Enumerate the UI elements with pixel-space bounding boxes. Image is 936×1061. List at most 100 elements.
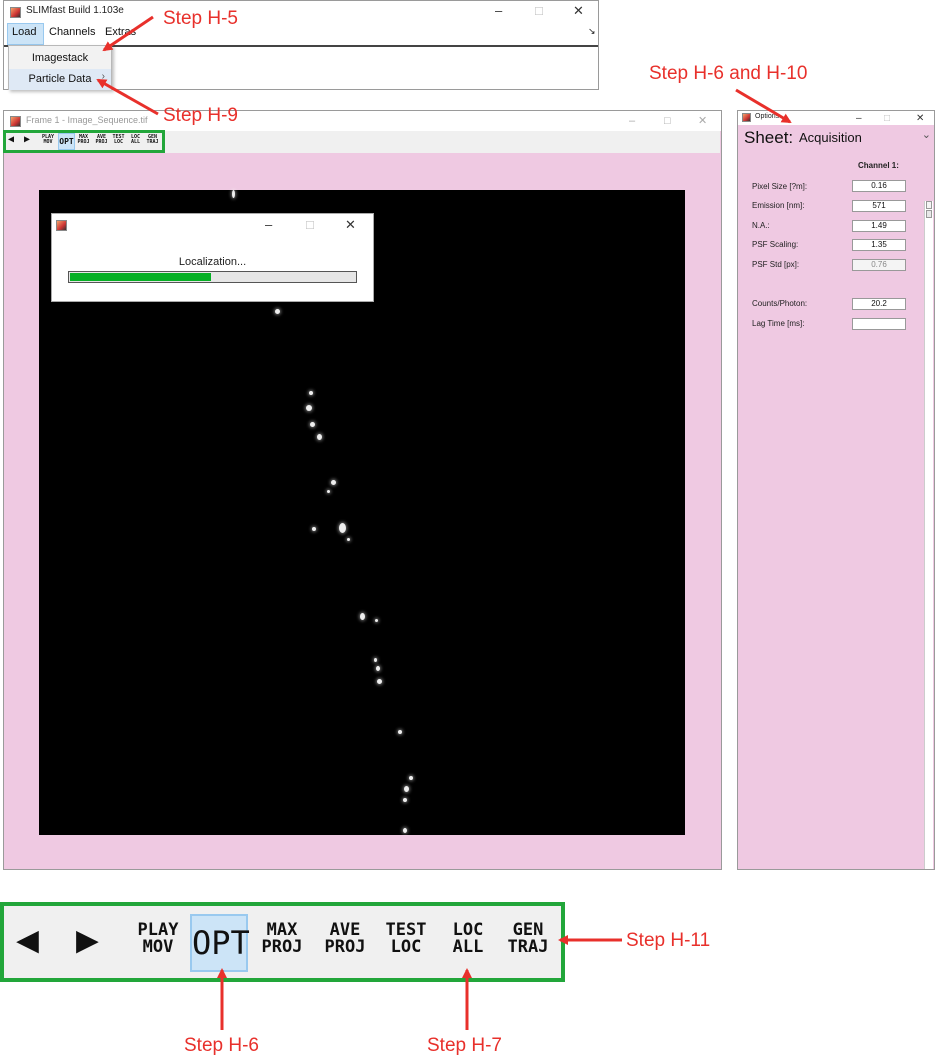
sheet-label: Sheet: bbox=[744, 128, 794, 147]
loc-all-button[interactable]: LOC ALL bbox=[128, 135, 143, 145]
play-mov-button[interactable]: PLAY MOV bbox=[39, 135, 57, 145]
fluorescent-spot bbox=[310, 422, 315, 427]
annotation-step-h9: Step H-9 bbox=[163, 105, 238, 126]
close-button[interactable]: ✕ bbox=[345, 217, 356, 233]
annotation-step-h7: Step H-7 bbox=[427, 1035, 502, 1056]
minimize-button[interactable]: – bbox=[856, 111, 862, 127]
ave-proj-button[interactable]: AVE PROJ bbox=[93, 135, 110, 145]
fluorescent-spot bbox=[306, 405, 312, 411]
matlab-icon bbox=[56, 220, 67, 231]
menu-channels[interactable]: Channels bbox=[49, 26, 95, 38]
matlab-icon bbox=[742, 113, 751, 122]
fluorescent-spot bbox=[403, 828, 407, 833]
maximize-button[interactable]: □ bbox=[306, 217, 314, 233]
ave-proj-bottom: PROJ bbox=[95, 139, 108, 145]
close-button[interactable]: ✕ bbox=[916, 111, 924, 127]
menu-extras[interactable]: Extras bbox=[105, 26, 136, 38]
emission-field[interactable]: 571 bbox=[852, 200, 906, 212]
max-proj-button[interactable]: MAX PROJ bbox=[254, 922, 310, 956]
matlab-icon bbox=[10, 7, 21, 18]
next-frame-icon[interactable]: ▶ bbox=[76, 920, 99, 958]
menu-item-particle-data[interactable]: Particle Data bbox=[9, 69, 111, 90]
play-mov-button[interactable]: PLAY MOV bbox=[130, 922, 186, 956]
na-field[interactable]: 1.49 bbox=[852, 220, 906, 232]
field-label: Counts/Photon: bbox=[752, 299, 808, 308]
options-window: Options – □ ✕ Sheet: Acquisition ⌄ Chann… bbox=[737, 110, 935, 870]
fluorescent-spot bbox=[339, 523, 346, 533]
counts-per-photon-field[interactable]: 20.2 bbox=[852, 298, 906, 310]
minimize-button[interactable]: – bbox=[495, 3, 502, 19]
progress-message: Localization... bbox=[178, 256, 247, 268]
close-button[interactable]: ✕ bbox=[698, 113, 707, 129]
loc-all-button[interactable]: LOC ALL bbox=[444, 922, 492, 956]
gen-traj-button[interactable]: GEN TRAJ bbox=[145, 135, 160, 145]
fluorescent-spot bbox=[275, 309, 280, 314]
psf-std-field: 0.76 bbox=[852, 259, 906, 271]
fluorescent-spot bbox=[409, 776, 413, 780]
play-mov-bottom: MOV bbox=[43, 139, 53, 145]
prev-frame-icon[interactable]: ◀ bbox=[8, 135, 14, 145]
annotation-step-h6-h10: Step H-6 and H-10 bbox=[649, 63, 808, 84]
field-label: Emission [nm]: bbox=[752, 201, 805, 210]
chevron-down-icon: ⌄ bbox=[921, 129, 931, 141]
channel-header: Channel 1: bbox=[858, 161, 899, 170]
max-proj-bottom: PROJ bbox=[77, 139, 90, 145]
fluorescent-spot bbox=[375, 619, 378, 622]
slimfast-main-window: SLIMfast Build 1.103e – □ ✕ Load Channel… bbox=[3, 0, 599, 90]
pixel-size-field[interactable]: 0.16 bbox=[852, 180, 906, 192]
play-mov-bottom: MOV bbox=[142, 937, 174, 957]
scroll-thumb[interactable] bbox=[926, 210, 932, 218]
field-label: Lag Time [ms]: bbox=[752, 319, 805, 328]
progress-dialog: – □ ✕ Localization... bbox=[51, 213, 374, 302]
expand-icon[interactable]: ↘ bbox=[588, 26, 596, 37]
toolbar-zoom-inset: ◀ ▶ PLAY MOV OPT MAX PROJ AVE PROJ TEST … bbox=[0, 902, 565, 982]
gen-traj-button[interactable]: GEN TRAJ bbox=[502, 922, 554, 956]
ave-proj-button[interactable]: AVE PROJ bbox=[317, 922, 373, 956]
field-label: Pixel Size [?m]: bbox=[752, 182, 808, 191]
psf-scaling-field[interactable]: 1.35 bbox=[852, 239, 906, 251]
opt-button[interactable]: OPT bbox=[190, 914, 250, 972]
minimize-button[interactable]: – bbox=[265, 217, 272, 233]
menu-load[interactable]: Load bbox=[12, 26, 36, 38]
fluorescent-spot bbox=[347, 538, 350, 541]
minimize-button[interactable]: – bbox=[629, 113, 635, 129]
field-label: PSF Scaling: bbox=[752, 240, 799, 249]
maximize-button[interactable]: □ bbox=[664, 113, 671, 129]
fluorescent-spot bbox=[377, 679, 382, 684]
progress-bar bbox=[68, 271, 357, 283]
fluorescent-spot bbox=[312, 527, 316, 531]
fluorescent-spot bbox=[331, 480, 336, 485]
ave-proj-bottom: PROJ bbox=[324, 937, 366, 957]
menubar: Load Channels Extras ↘ bbox=[4, 23, 598, 45]
submenu-arrow-icon: › bbox=[101, 71, 105, 82]
fluorescent-spot bbox=[309, 391, 313, 395]
frame-window: Frame 1 - Image_Sequence.tif – □ ✕ ◀ ▶ P… bbox=[3, 110, 722, 870]
app-title: SLIMfast Build 1.103e bbox=[26, 5, 124, 16]
max-proj-bottom: PROJ bbox=[261, 937, 303, 957]
test-loc-button[interactable]: TEST LOC bbox=[110, 135, 127, 145]
opt-label: OPT bbox=[192, 924, 250, 962]
scroll-up-icon[interactable] bbox=[926, 201, 932, 209]
fluorescent-spot bbox=[360, 613, 365, 620]
next-frame-icon[interactable]: ▶ bbox=[24, 135, 30, 145]
vertical-scrollbar[interactable] bbox=[924, 201, 933, 869]
test-loc-button[interactable]: TEST LOC bbox=[378, 922, 434, 956]
main-titlebar: SLIMfast Build 1.103e – □ ✕ bbox=[4, 1, 598, 23]
field-label: N.A.: bbox=[752, 221, 770, 230]
maximize-button[interactable]: □ bbox=[884, 111, 890, 127]
close-button[interactable]: ✕ bbox=[573, 3, 584, 19]
annotation-step-h6: Step H-6 bbox=[184, 1035, 259, 1056]
opt-button[interactable]: OPT bbox=[58, 133, 75, 150]
frame-titlebar: Frame 1 - Image_Sequence.tif – □ ✕ bbox=[4, 111, 721, 131]
sheet-select[interactable]: Acquisition ⌄ bbox=[796, 128, 934, 146]
progress-fill bbox=[70, 273, 211, 281]
annotation-step-h11: Step H-11 bbox=[626, 930, 711, 951]
field-label: PSF Std [px]: bbox=[752, 260, 800, 269]
prev-frame-icon[interactable]: ◀ bbox=[16, 920, 39, 958]
maximize-button[interactable]: □ bbox=[535, 3, 543, 19]
max-proj-button[interactable]: MAX PROJ bbox=[75, 135, 92, 145]
menu-item-imagestack[interactable]: Imagestack bbox=[9, 48, 111, 69]
fluorescent-spot bbox=[403, 798, 407, 802]
lag-time-field[interactable] bbox=[852, 318, 906, 330]
fluorescent-spot bbox=[374, 658, 377, 662]
